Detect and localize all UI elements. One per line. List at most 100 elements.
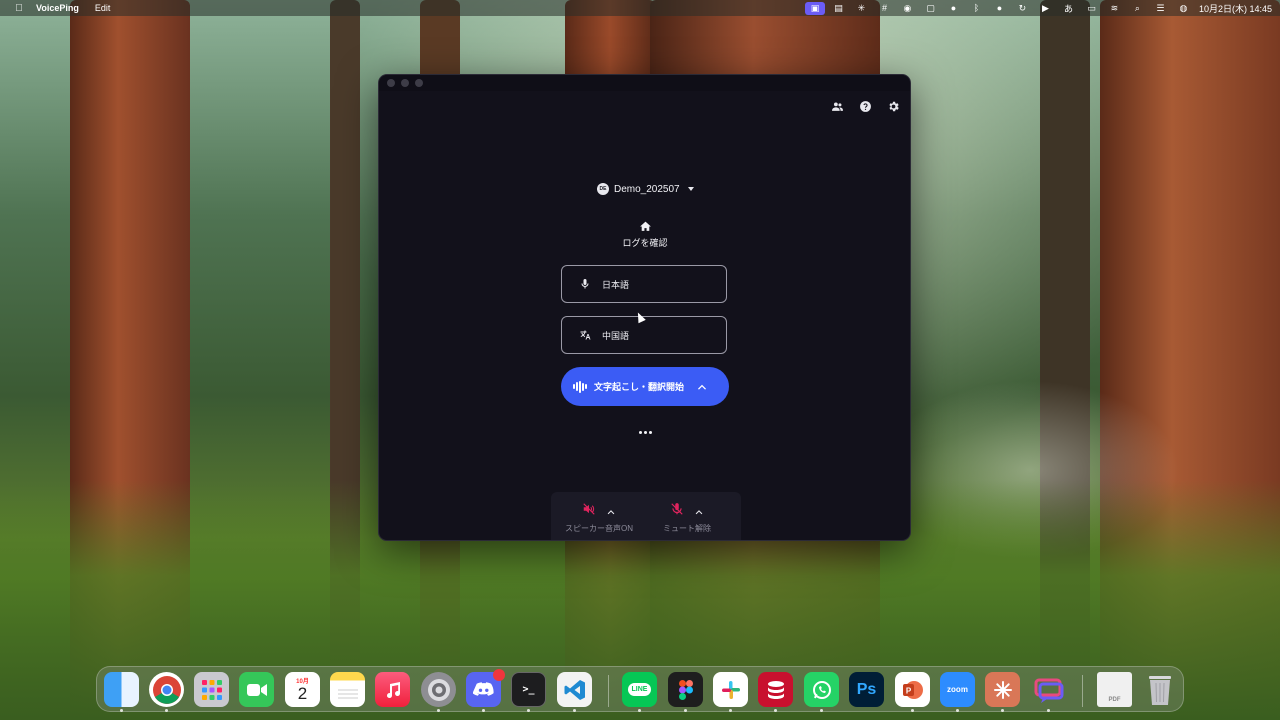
finder-app-icon[interactable] <box>104 672 139 707</box>
home-icon <box>639 221 651 231</box>
terminal-app-icon[interactable]: >_ <box>511 672 546 707</box>
figma-app-icon[interactable] <box>668 672 703 707</box>
facetime-app-icon[interactable] <box>239 672 274 707</box>
vscode-app-icon[interactable] <box>557 672 592 707</box>
speaker-off-icon[interactable] <box>582 502 596 516</box>
speaker-control: スピーカー音声ON <box>565 502 633 534</box>
view-log-label: ログを確認 <box>622 238 668 248</box>
whatsapp-app-icon[interactable] <box>804 672 839 707</box>
view-log-button[interactable]: ログを確認 <box>595 220 695 249</box>
chrome-app-icon[interactable] <box>149 672 184 707</box>
launchpad-app-icon[interactable] <box>194 672 229 707</box>
chrome-status-icon[interactable]: ◉ <box>896 0 919 16</box>
slack-app-icon[interactable] <box>713 672 748 707</box>
running-indicator <box>729 709 732 712</box>
hash-icon[interactable]: # <box>873 0 896 16</box>
start-transcription-button[interactable]: 文字起こし・翻訳開始 <box>561 367 729 406</box>
pdf-label: PDF <box>1108 697 1121 703</box>
status-area: ▣ ▤ ✳ # ◉ ▢ ● ᛒ ● ↻ ▶ あ ▭ ≋ ⌕ ☰ ◍ 10月2日(… <box>803 0 1272 16</box>
play-icon[interactable]: ▶ <box>1034 0 1057 16</box>
close-window-button[interactable] <box>387 79 395 87</box>
photoshop-label: Ps <box>856 680 877 698</box>
line-status-icon[interactable]: ● <box>988 0 1011 16</box>
notes-app-icon[interactable] <box>330 672 365 707</box>
wifi-icon[interactable]: ≋ <box>1103 0 1126 16</box>
source-language-value: 日本語 <box>602 279 630 290</box>
running-indicator <box>956 709 959 712</box>
microphone-chevron-up-icon[interactable] <box>694 504 704 515</box>
audio-wave-icon <box>573 380 587 393</box>
app-status-icon[interactable]: ▢ <box>919 0 942 16</box>
workspace-name: Demo_202507 <box>614 183 680 195</box>
target-language-value: 中国語 <box>602 330 630 341</box>
discord-app-icon[interactable] <box>466 669 505 707</box>
calendar-app-icon[interactable]: 10月 2 <box>285 672 320 707</box>
running-indicator <box>820 709 823 712</box>
spotlight-search-icon[interactable]: ⌕ <box>1126 0 1149 16</box>
siri-icon[interactable]: ◍ <box>1172 0 1195 16</box>
zoom-status-icon[interactable]: ● <box>942 0 965 16</box>
more-options-icon[interactable] <box>635 425 655 439</box>
battery-icon[interactable]: ▭ <box>1080 0 1103 16</box>
pdf-document-icon[interactable]: PDF <box>1097 672 1132 707</box>
running-indicator <box>684 709 687 712</box>
voiceping-window: DE Demo_202507 ログを確認 日本語 中国語 文字起こし・翻訳開始 <box>378 74 911 541</box>
svg-text:P: P <box>905 686 911 695</box>
minimize-window-button[interactable] <box>401 79 409 87</box>
audio-controls-bar: スピーカー音声ON ミュート解除 <box>551 492 741 540</box>
edit-menu[interactable]: Edit <box>95 3 111 13</box>
running-indicator <box>1001 709 1004 712</box>
help-icon[interactable] <box>856 97 874 115</box>
top-actions <box>828 97 902 115</box>
app-menu[interactable]: VoicePing <box>36 3 79 13</box>
dock: 10月 2 >_ LINE Ps P zoom PDF <box>96 666 1184 712</box>
dropdown-caret-icon <box>687 187 694 191</box>
bluetooth-icon[interactable]: ᛒ <box>965 0 988 16</box>
apple-menu-icon[interactable]:  <box>13 3 25 14</box>
database-app-icon[interactable] <box>758 672 793 707</box>
photoshop-app-icon[interactable]: Ps <box>849 672 884 707</box>
system-settings-app-icon[interactable] <box>421 672 456 707</box>
running-indicator <box>120 709 123 712</box>
running-indicator <box>911 709 914 712</box>
settings-gear-icon[interactable] <box>884 97 902 115</box>
sync-icon[interactable]: ↻ <box>1011 0 1034 16</box>
trash-icon[interactable] <box>1142 672 1177 707</box>
mute-label: ミュート解除 <box>663 524 711 533</box>
target-language-select[interactable]: 中国語 <box>561 316 727 354</box>
zoom-label: zoom <box>947 685 968 694</box>
running-indicator <box>1047 709 1050 712</box>
line-app-icon[interactable]: LINE <box>622 672 657 707</box>
running-indicator <box>573 709 576 712</box>
microphone-control: ミュート解除 <box>663 502 711 534</box>
music-app-icon[interactable] <box>375 672 410 707</box>
voiceping-status-icon[interactable]: ▣ <box>804 1 825 15</box>
dock-separator <box>608 675 609 707</box>
voiceping-app-icon[interactable] <box>1031 672 1066 707</box>
menu-clock[interactable]: 10月2日(木) 14:45 <box>1199 2 1272 15</box>
running-indicator <box>482 709 485 712</box>
sparkle-icon[interactable]: ✳ <box>850 0 873 16</box>
running-indicator <box>527 709 530 712</box>
running-indicator <box>774 709 777 712</box>
running-indicator <box>437 709 440 712</box>
line-label: LINE <box>627 683 652 696</box>
zoom-window-button[interactable] <box>415 79 423 87</box>
screen-icon[interactable]: ▤ <box>827 0 850 16</box>
running-indicator <box>638 709 641 712</box>
zoom-app-icon[interactable]: zoom <box>940 672 975 707</box>
speaker-chevron-up-icon[interactable] <box>606 504 616 515</box>
source-language-select[interactable]: 日本語 <box>561 265 727 303</box>
translate-icon <box>578 328 592 342</box>
input-source-icon[interactable]: あ <box>1057 0 1080 16</box>
menu-bar:  VoicePing Edit ▣ ▤ ✳ # ◉ ▢ ● ᛒ ● ↻ ▶ あ… <box>0 0 1280 16</box>
microphone-off-icon[interactable] <box>670 502 684 516</box>
powerpoint-app-icon[interactable]: P <box>895 672 930 707</box>
workspace-selector[interactable]: DE Demo_202507 <box>597 183 694 195</box>
title-bar[interactable] <box>379 75 910 91</box>
claude-app-icon[interactable] <box>985 672 1020 707</box>
chevron-up-icon[interactable] <box>696 381 708 393</box>
members-icon[interactable] <box>828 97 846 115</box>
notification-badge <box>493 669 505 681</box>
control-center-icon[interactable]: ☰ <box>1149 0 1172 16</box>
